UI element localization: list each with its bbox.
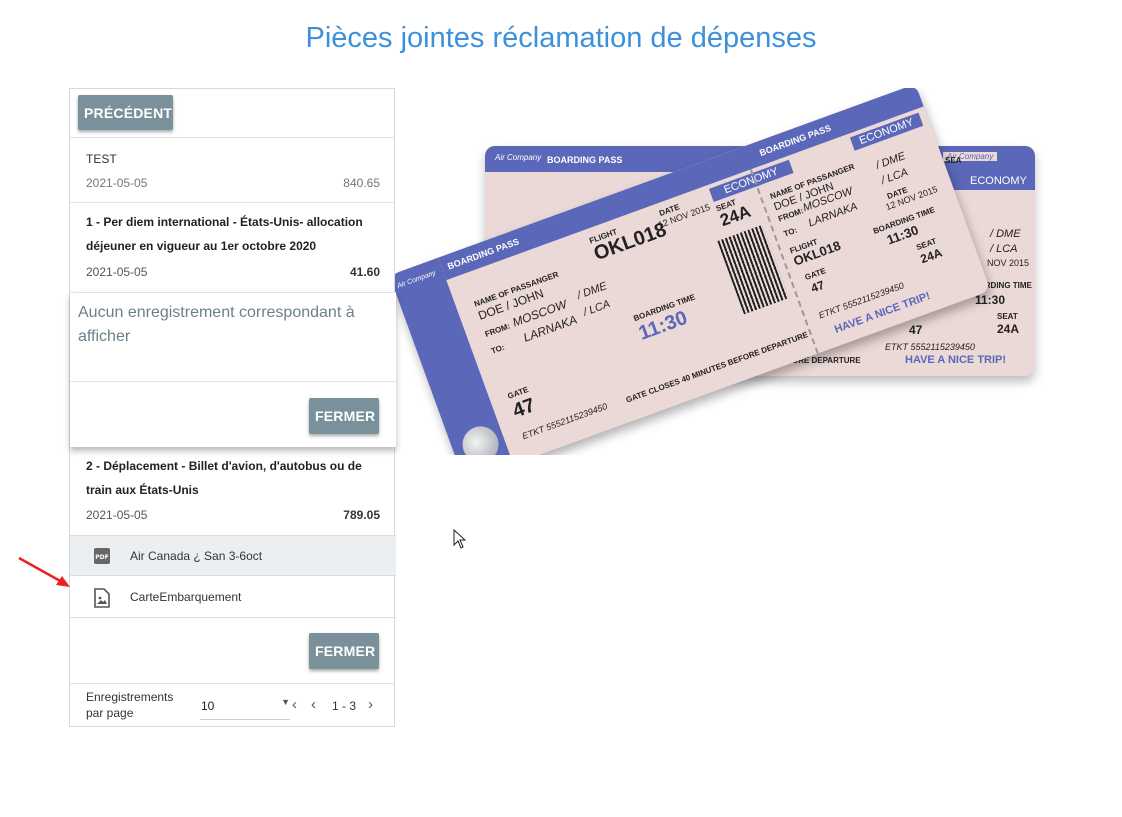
etkt: ETKT 5552115239450 — [885, 342, 975, 352]
item-title: 1 - Per diem international - États-Unis-… — [86, 215, 363, 253]
seat-short: SEA — [945, 156, 962, 165]
item-amount: 41.60 — [349, 265, 380, 279]
from-label: FROM: — [483, 321, 512, 339]
next-page-icon[interactable]: › — [368, 696, 373, 713]
to-code: / LCA — [990, 243, 1018, 255]
rows-per-page-value: 10 — [201, 699, 215, 713]
company-logo: Air Company — [495, 153, 542, 162]
gate: 47 — [808, 277, 827, 296]
boarding-pass-image: Air Company BOARDING PASS Air Company EC… — [395, 88, 1055, 455]
nice-trip-label: HAVE A NICE TRIP! — [905, 354, 1007, 366]
item-date: 2021-05-05 — [86, 176, 148, 190]
to-label: TO: — [489, 342, 506, 356]
page-range: 1 - 3 — [332, 699, 357, 713]
item-date: 2021-05-05 — [86, 265, 148, 279]
image-file-icon — [94, 588, 110, 613]
attachment-row[interactable]: CarteEmbarquement — [70, 577, 396, 618]
divider — [70, 381, 396, 382]
item-title: TEST — [86, 152, 117, 166]
class-label: ECONOMY — [970, 175, 1027, 187]
boarding-pass-label: BOARDING PASS — [547, 155, 623, 165]
barcode — [717, 224, 790, 315]
pdf-icon: PDF — [94, 548, 110, 569]
attachment-row[interactable]: PDF Air Canada ¿ San 3-6oct — [70, 535, 396, 576]
divider — [70, 683, 394, 684]
previous-button[interactable]: PRÉCÉDENT — [78, 95, 173, 130]
svg-text:PDF: PDF — [95, 554, 108, 561]
item-date: 2021-05-05 — [86, 508, 148, 522]
item-title: 2 - Déplacement - Billet d'avion, d'auto… — [86, 459, 362, 497]
attachment-name: Air Canada ¿ San 3-6oct — [130, 549, 263, 563]
seat-label: SEAT — [997, 312, 1018, 321]
from-code: / DME — [990, 228, 1021, 240]
seat: 24A — [997, 322, 1020, 336]
list-item[interactable]: 1 - Per diem international - États-Unis-… — [70, 203, 396, 291]
date: NOV 2015 — [987, 258, 1030, 268]
ticket-stub-band — [395, 257, 514, 455]
front-ticket: Air Company BOARDING PASS BOARDING PASS … — [395, 88, 991, 455]
list-item[interactable]: TEST 2021-05-05 840.65 — [70, 138, 396, 202]
no-records-popup: Aucun enregistrement correspondant à aff… — [70, 292, 396, 447]
attachment-name: CarteEmbarquement — [130, 590, 242, 604]
item-amount: 840.65 — [343, 176, 380, 190]
gate: 47 — [909, 323, 923, 337]
close-button[interactable]: FERMER — [309, 398, 379, 434]
list-item[interactable]: 2 - Déplacement - Billet d'avion, d'auto… — [70, 451, 396, 535]
red-arrow-icon — [18, 556, 70, 587]
page-title: Pièces jointes réclamation de dépenses — [305, 22, 817, 54]
to-code: / LCA — [581, 298, 612, 319]
rows-per-page-select[interactable]: 10 ▼ — [200, 697, 290, 720]
item-amount: 789.05 — [343, 508, 380, 522]
boarding-time: 11:30 — [975, 293, 1006, 307]
close-button[interactable]: FERMER — [309, 633, 379, 669]
to-label: TO: — [782, 225, 799, 239]
previous-page-icon[interactable]: ‹ — [311, 696, 316, 713]
cursor-icon — [453, 529, 467, 549]
no-records-message: Aucun enregistrement correspondant à aff… — [78, 304, 355, 345]
attachments-panel: PRÉCÉDENT TEST 2021-05-05 840.65 1 - Per… — [69, 88, 396, 727]
dropdown-arrow-icon: ▼ — [281, 697, 290, 707]
rows-per-page-label: Enregistrements par page — [86, 690, 174, 720]
first-page-icon[interactable]: ‹ — [292, 696, 297, 713]
